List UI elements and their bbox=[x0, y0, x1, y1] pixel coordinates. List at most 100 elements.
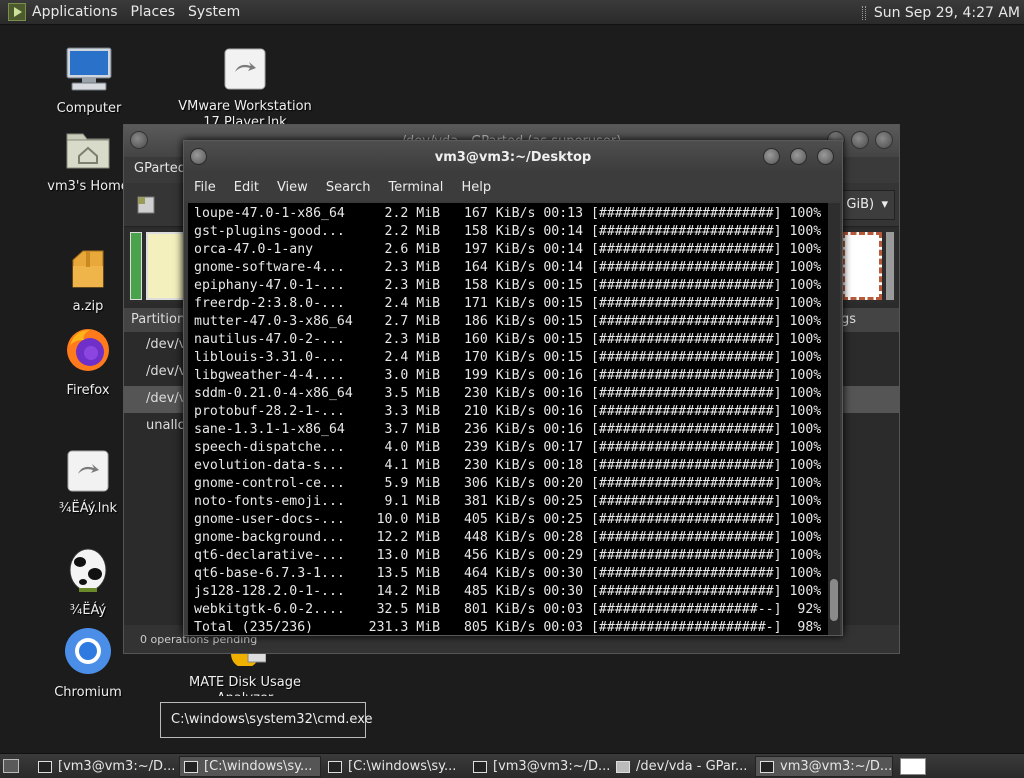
desktop-icon-chromium[interactable]: Chromium bbox=[52, 626, 124, 701]
terminal-line: protobuf-28.2-1-... 3.3 MiB 210 KiB/s 00… bbox=[194, 404, 822, 419]
terminal-line: freerdp-2:3.8.0-... 2.4 MiB 171 KiB/s 00… bbox=[194, 296, 822, 311]
maximize-icon[interactable] bbox=[790, 148, 807, 165]
terminal-title: vm3@vm3:~/Desktop bbox=[434, 149, 592, 165]
terminal-line: evolution-data-s... 4.1 MiB 230 KiB/s 00… bbox=[194, 458, 822, 473]
menu-help[interactable]: Help bbox=[453, 180, 499, 195]
taskbar-item[interactable]: [vm3@vm3:~/D... bbox=[469, 756, 611, 777]
terminal-line: noto-fonts-emoji... 9.1 MiB 381 KiB/s 00… bbox=[194, 494, 822, 509]
terminal-line: epiphany-47.0-1-... 2.3 MiB 158 KiB/s 00… bbox=[194, 278, 822, 293]
close-icon[interactable] bbox=[817, 148, 834, 165]
window-menu-icon[interactable] bbox=[190, 148, 207, 165]
gparted-icon bbox=[616, 760, 630, 773]
terminal-line: qt6-declarative-... 13.0 MiB 456 KiB/s 0… bbox=[194, 548, 822, 563]
applications-menu[interactable]: Applications bbox=[32, 4, 118, 20]
menu-terminal[interactable]: Terminal bbox=[380, 180, 451, 195]
desktop-icon-label: vm3's Home bbox=[47, 179, 129, 194]
close-icon[interactable] bbox=[875, 131, 893, 149]
maximize-icon[interactable] bbox=[851, 131, 869, 149]
window-menu-icon[interactable] bbox=[130, 131, 148, 149]
desktop-icon-cow[interactable]: ¾ËÁý bbox=[60, 546, 116, 619]
gparted-menu[interactable]: GParted bbox=[134, 161, 186, 176]
taskbar-tooltip: C:\windows\system32\cmd.exe bbox=[160, 702, 373, 738]
minimize-icon[interactable] bbox=[763, 148, 780, 165]
terminal-window[interactable]: vm3@vm3:~/Desktop File Edit View Search … bbox=[183, 140, 843, 636]
menu-logo-icon[interactable] bbox=[8, 3, 26, 21]
taskbar-item[interactable]: [vm3@vm3:~/D... bbox=[34, 756, 176, 777]
menu-file[interactable]: File bbox=[186, 180, 224, 195]
chevron-down-icon: ▾ bbox=[881, 197, 888, 212]
terminal-line: gnome-user-docs-... 10.0 MiB 405 KiB/s 0… bbox=[194, 512, 822, 527]
new-partition-icon[interactable] bbox=[136, 195, 156, 215]
terminal-line: Total (235/236) 231.3 MiB 805 KiB/s 00:0… bbox=[194, 620, 822, 635]
partition-block[interactable] bbox=[146, 232, 186, 300]
workspace-switcher[interactable] bbox=[900, 758, 926, 775]
desktop-icon-vmware[interactable]: VMware Workstation 17 Player.lnk bbox=[178, 48, 312, 131]
shortcut-icon bbox=[224, 48, 266, 90]
terminal-icon bbox=[473, 760, 487, 773]
archive-icon bbox=[72, 250, 104, 288]
terminal-icon bbox=[184, 760, 198, 773]
terminal-line: gnome-software-4... 2.3 MiB 164 KiB/s 00… bbox=[194, 260, 822, 275]
partition-name: /dev/v bbox=[146, 364, 187, 379]
desktop-icon-home[interactable]: vm3's Home bbox=[40, 128, 136, 195]
terminal-scrollbar[interactable] bbox=[828, 203, 840, 635]
terminal-titlebar[interactable]: vm3@vm3:~/Desktop bbox=[184, 141, 842, 173]
system-menu[interactable]: System bbox=[188, 4, 240, 20]
terminal-icon bbox=[760, 760, 774, 773]
menu-search[interactable]: Search bbox=[318, 180, 379, 195]
terminal-line: speech-dispatche... 4.0 MiB 239 KiB/s 00… bbox=[194, 440, 822, 455]
top-panel-tray: Sun Sep 29, 4:27 AM bbox=[861, 0, 1024, 25]
places-menu[interactable]: Places bbox=[131, 4, 176, 20]
terminal-line: libgweather-4-4.... 3.0 MiB 199 KiB/s 00… bbox=[194, 368, 822, 383]
partition-block[interactable] bbox=[842, 232, 882, 300]
taskbar-item-label: /dev/vda - GPar... bbox=[636, 759, 748, 774]
chromium-icon bbox=[65, 628, 111, 674]
desktop-icon-label: Computer bbox=[56, 101, 122, 116]
column-partition[interactable]: Partition bbox=[131, 312, 185, 327]
desktop-icon-zip[interactable]: a.zip bbox=[60, 248, 116, 315]
partition-block[interactable] bbox=[130, 232, 142, 300]
taskbar-item[interactable]: /dev/vda - GPar... bbox=[612, 756, 754, 777]
taskbar-item-label: [C:\windows\sy... bbox=[204, 759, 313, 774]
menu-view[interactable]: View bbox=[269, 180, 316, 195]
terminal-screen[interactable]: loupe-47.0-1-x86_64 2.2 MiB 167 KiB/s 00… bbox=[188, 203, 828, 635]
desktop-icon-computer[interactable]: Computer bbox=[48, 46, 130, 117]
taskbar-item-active[interactable]: vm3@vm3:~/D... bbox=[755, 756, 893, 777]
taskbar-item-active[interactable]: [C:\windows\sy... bbox=[179, 756, 321, 777]
menu-edit[interactable]: Edit bbox=[226, 180, 267, 195]
terminal-icon bbox=[328, 760, 342, 773]
desktop-icon-label: ¾ËÁý bbox=[69, 603, 107, 618]
clock[interactable]: Sun Sep 29, 4:27 AM bbox=[874, 5, 1020, 21]
partition-block[interactable] bbox=[886, 232, 894, 300]
column-flags[interactable]: gs bbox=[841, 312, 856, 327]
terminal-line: gst-plugins-good... 2.2 MiB 158 KiB/s 00… bbox=[194, 224, 822, 239]
terminal-line: nautilus-47.0-2-... 2.3 MiB 160 KiB/s 00… bbox=[194, 332, 822, 347]
home-folder-icon bbox=[66, 133, 110, 169]
panel-grip-icon bbox=[861, 5, 866, 20]
terminal-line: liblouis-3.31.0-... 2.4 MiB 170 KiB/s 00… bbox=[194, 350, 822, 365]
computer-icon bbox=[66, 47, 112, 91]
desktop-icon-label: Firefox bbox=[66, 383, 110, 398]
taskbar-item-label: [vm3@vm3:~/D... bbox=[58, 759, 176, 774]
tooltip-text: C:\windows\system32\cmd.exe bbox=[171, 712, 373, 727]
terminal-line: sane-1.3.1-1-x86_64 3.7 MiB 236 KiB/s 00… bbox=[194, 422, 822, 437]
desktop-icon-label: ¾ËÁý.lnk bbox=[58, 501, 118, 516]
taskbar-item-label: [vm3@vm3:~/D... bbox=[493, 759, 611, 774]
partition-name: /dev/v bbox=[146, 337, 187, 352]
scrollbar-thumb[interactable] bbox=[830, 579, 838, 621]
terminal-line: orca-47.0-1-any 2.6 MiB 197 KiB/s 00:14 … bbox=[194, 242, 822, 257]
desktop-icon-label: a.zip bbox=[72, 299, 104, 314]
partition-name: unallo bbox=[146, 418, 186, 433]
desktop-icon-label: MATE Disk Usage Analyzer bbox=[189, 675, 301, 696]
shortcut-icon bbox=[67, 450, 109, 492]
taskbar-item-label: [C:\windows\sy... bbox=[348, 759, 457, 774]
desktop-icon-lnk[interactable]: ¾ËÁý.lnk bbox=[52, 450, 124, 517]
cow-icon bbox=[69, 548, 107, 592]
terminal-line: js128-128.2.0-1-... 14.2 MiB 485 KiB/s 0… bbox=[194, 584, 822, 599]
terminal-line: webkitgtk-6.0-2.... 32.5 MiB 801 KiB/s 0… bbox=[194, 602, 822, 617]
taskbar-item[interactable]: [C:\windows\sy... bbox=[324, 756, 466, 777]
bottom-panel: [vm3@vm3:~/D... [C:\windows\sy... [C:\wi… bbox=[0, 753, 1024, 778]
desktop-icon-firefox[interactable]: Firefox bbox=[58, 326, 118, 399]
show-desktop-icon[interactable] bbox=[3, 759, 19, 773]
terminal-line: mutter-47.0-3-x86_64 2.7 MiB 186 KiB/s 0… bbox=[194, 314, 822, 329]
